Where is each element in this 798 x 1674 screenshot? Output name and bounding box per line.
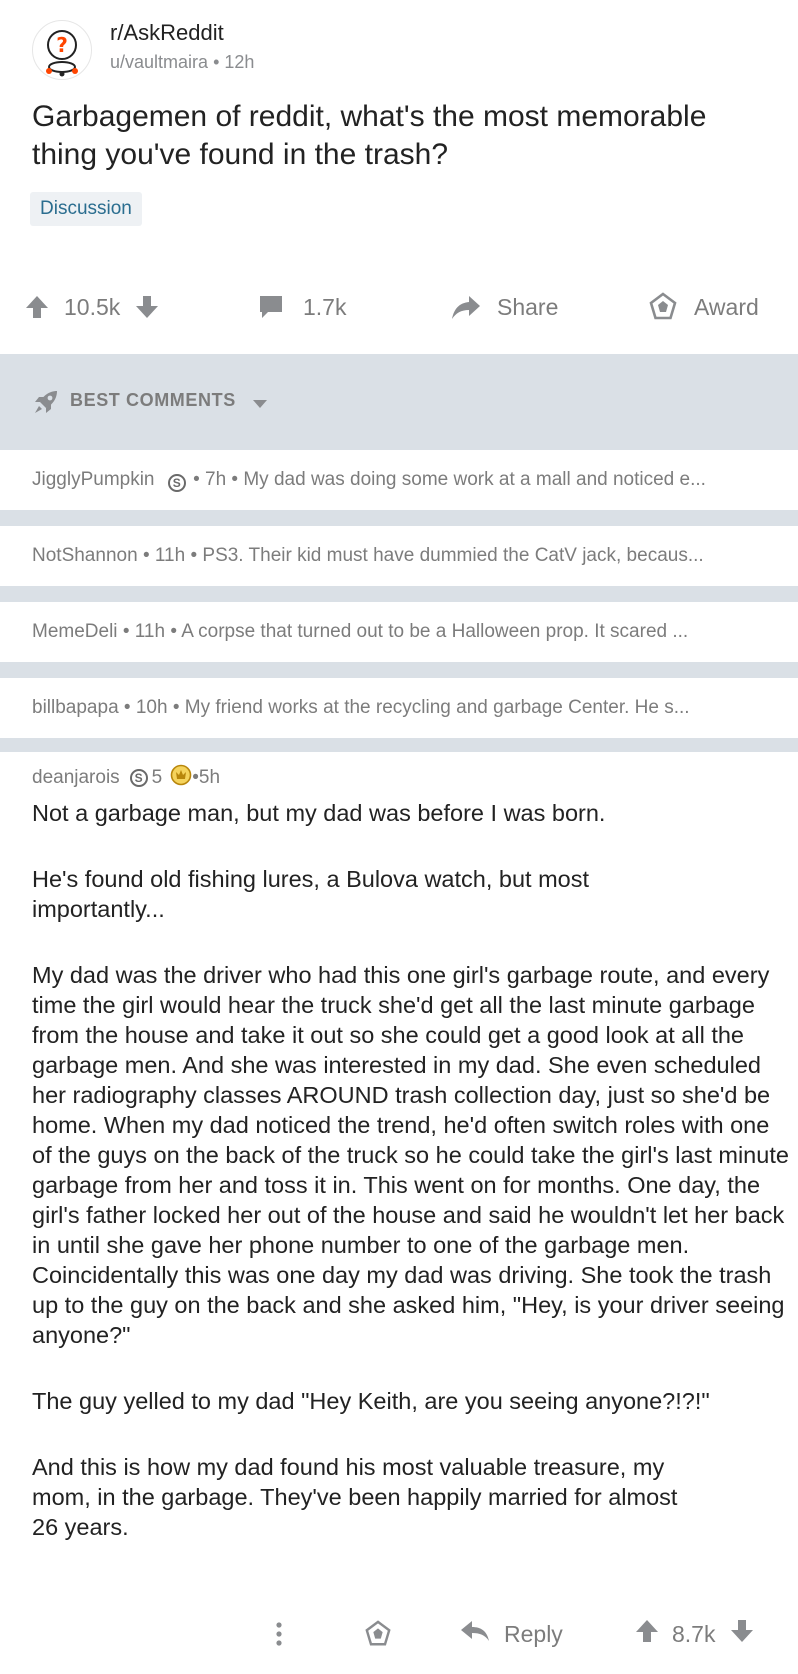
divider (0, 586, 798, 602)
award-label: Award (694, 293, 759, 320)
rocket-icon (32, 388, 60, 421)
divider (0, 662, 798, 678)
comment-preview: PS3. Their kid must have dummied the Cat… (202, 545, 704, 566)
award-icon (648, 292, 678, 322)
divider (0, 510, 798, 526)
comments-button[interactable]: 1.7k (257, 285, 346, 329)
post-title[interactable]: Garbagemen of reddit, what's the most me… (32, 98, 762, 174)
silver-award-icon: S (129, 769, 148, 787)
post-meta: u/vaultmaira • 12h (110, 52, 254, 73)
comment-action-bar: Reply 8.7k (0, 1612, 798, 1656)
meta-dot: • (190, 545, 203, 566)
reply-arrow-icon (460, 1619, 490, 1649)
downvote-icon[interactable] (729, 1618, 755, 1650)
collapsed-comment[interactable]: billbapapa • 10h • My friend works at th… (0, 678, 798, 738)
comment-sort-bar[interactable]: BEST COMMENTS (0, 354, 798, 450)
comment-paragraph: Not a garbage man, but my dad was before… (32, 800, 606, 826)
comment-score: 8.7k (672, 1620, 716, 1647)
comment-award-icon[interactable] (364, 1612, 392, 1656)
post-action-bar: 10.5k 1.7k Share Award (0, 285, 798, 329)
comment-paragraph: And this is how my dad found his most va… (32, 1454, 678, 1540)
comment-paragraph: The guy yelled to my dad "Hey Keith, are… (32, 1388, 710, 1414)
post-score: 10.5k (64, 293, 121, 320)
share-label: Share (497, 293, 559, 320)
comment-age: 11h (134, 621, 166, 642)
comment-preview: My dad was doing some work at a mall and… (243, 469, 706, 490)
askreddit-logo-icon: ? (46, 30, 78, 77)
comment-age: 11h (154, 545, 186, 566)
vote-group: 10.5k (24, 285, 160, 329)
reply-button[interactable]: Reply (460, 1612, 563, 1656)
meta-dot: • (172, 697, 185, 718)
comment-count: 1.7k (303, 293, 347, 320)
more-options-icon[interactable] (275, 1612, 283, 1656)
upvote-icon[interactable] (24, 294, 50, 320)
award-button[interactable]: Award (648, 285, 759, 329)
comment-user[interactable]: MemeDeli (32, 621, 118, 642)
collapsed-comment[interactable]: JigglyPumpkin S • 7h • My dad was doing … (0, 450, 798, 510)
comment-paragraph: He's found old fishing lures, a Bulova w… (32, 866, 590, 922)
silver-award-icon: S (167, 474, 186, 492)
meta-dot: • (193, 469, 205, 490)
comment-age: 10h (135, 697, 168, 718)
meta-dot: • (123, 697, 136, 718)
award-count: 5 (151, 767, 163, 788)
reply-label: Reply (504, 1620, 563, 1647)
downvote-icon[interactable] (134, 294, 160, 320)
upvote-icon[interactable] (634, 1618, 660, 1650)
divider (0, 738, 798, 752)
comment-bubble-icon (257, 293, 285, 321)
comment-user[interactable]: deanjarois (32, 767, 120, 789)
collapsed-comment[interactable]: NotShannon • 11h • PS3. Their kid must h… (0, 526, 798, 586)
share-button[interactable]: Share (451, 285, 558, 329)
comment-preview: A corpse that turned out to be a Hallowe… (181, 621, 689, 642)
subreddit-name[interactable]: r/AskReddit (110, 20, 224, 46)
comment-paragraph: My dad was the driver who had this one g… (32, 962, 789, 1348)
post-header: ? r/AskReddit u/vaultmaira • 12h (32, 18, 772, 80)
post-author[interactable]: u/vaultmaira (110, 52, 208, 72)
post-age: 12h (224, 52, 255, 72)
meta-dot: • (192, 767, 199, 788)
comment-meta: deanjarois S 5 • 5h (32, 764, 220, 792)
comment-age: 7h (205, 469, 227, 490)
comment-preview: My friend works at the recycling and gar… (184, 697, 690, 718)
collapsed-comment[interactable]: MemeDeli • 11h • A corpse that turned ou… (0, 602, 798, 662)
comment-vote-group: 8.7k (634, 1612, 755, 1656)
meta-dot: • (213, 52, 225, 72)
meta-dot: • (231, 469, 244, 490)
gold-award-icon (170, 764, 192, 792)
meta-dot: • (122, 621, 135, 642)
svg-text:?: ? (56, 33, 68, 57)
sort-label: BEST COMMENTS (70, 390, 236, 410)
chevron-down-icon (252, 396, 268, 414)
comment-user[interactable]: NotShannon (32, 545, 138, 566)
meta-dot: • (142, 545, 155, 566)
comment-user[interactable]: billbapapa (32, 697, 119, 718)
share-arrow-icon (451, 293, 481, 321)
comment-body: Not a garbage man, but my dad was before… (32, 798, 792, 1578)
comment-user[interactable]: JigglyPumpkin (32, 469, 155, 490)
post-flair[interactable]: Discussion (30, 192, 142, 226)
comment-age: 5h (198, 767, 221, 788)
meta-dot: • (170, 621, 182, 642)
subreddit-avatar[interactable]: ? (32, 20, 92, 80)
